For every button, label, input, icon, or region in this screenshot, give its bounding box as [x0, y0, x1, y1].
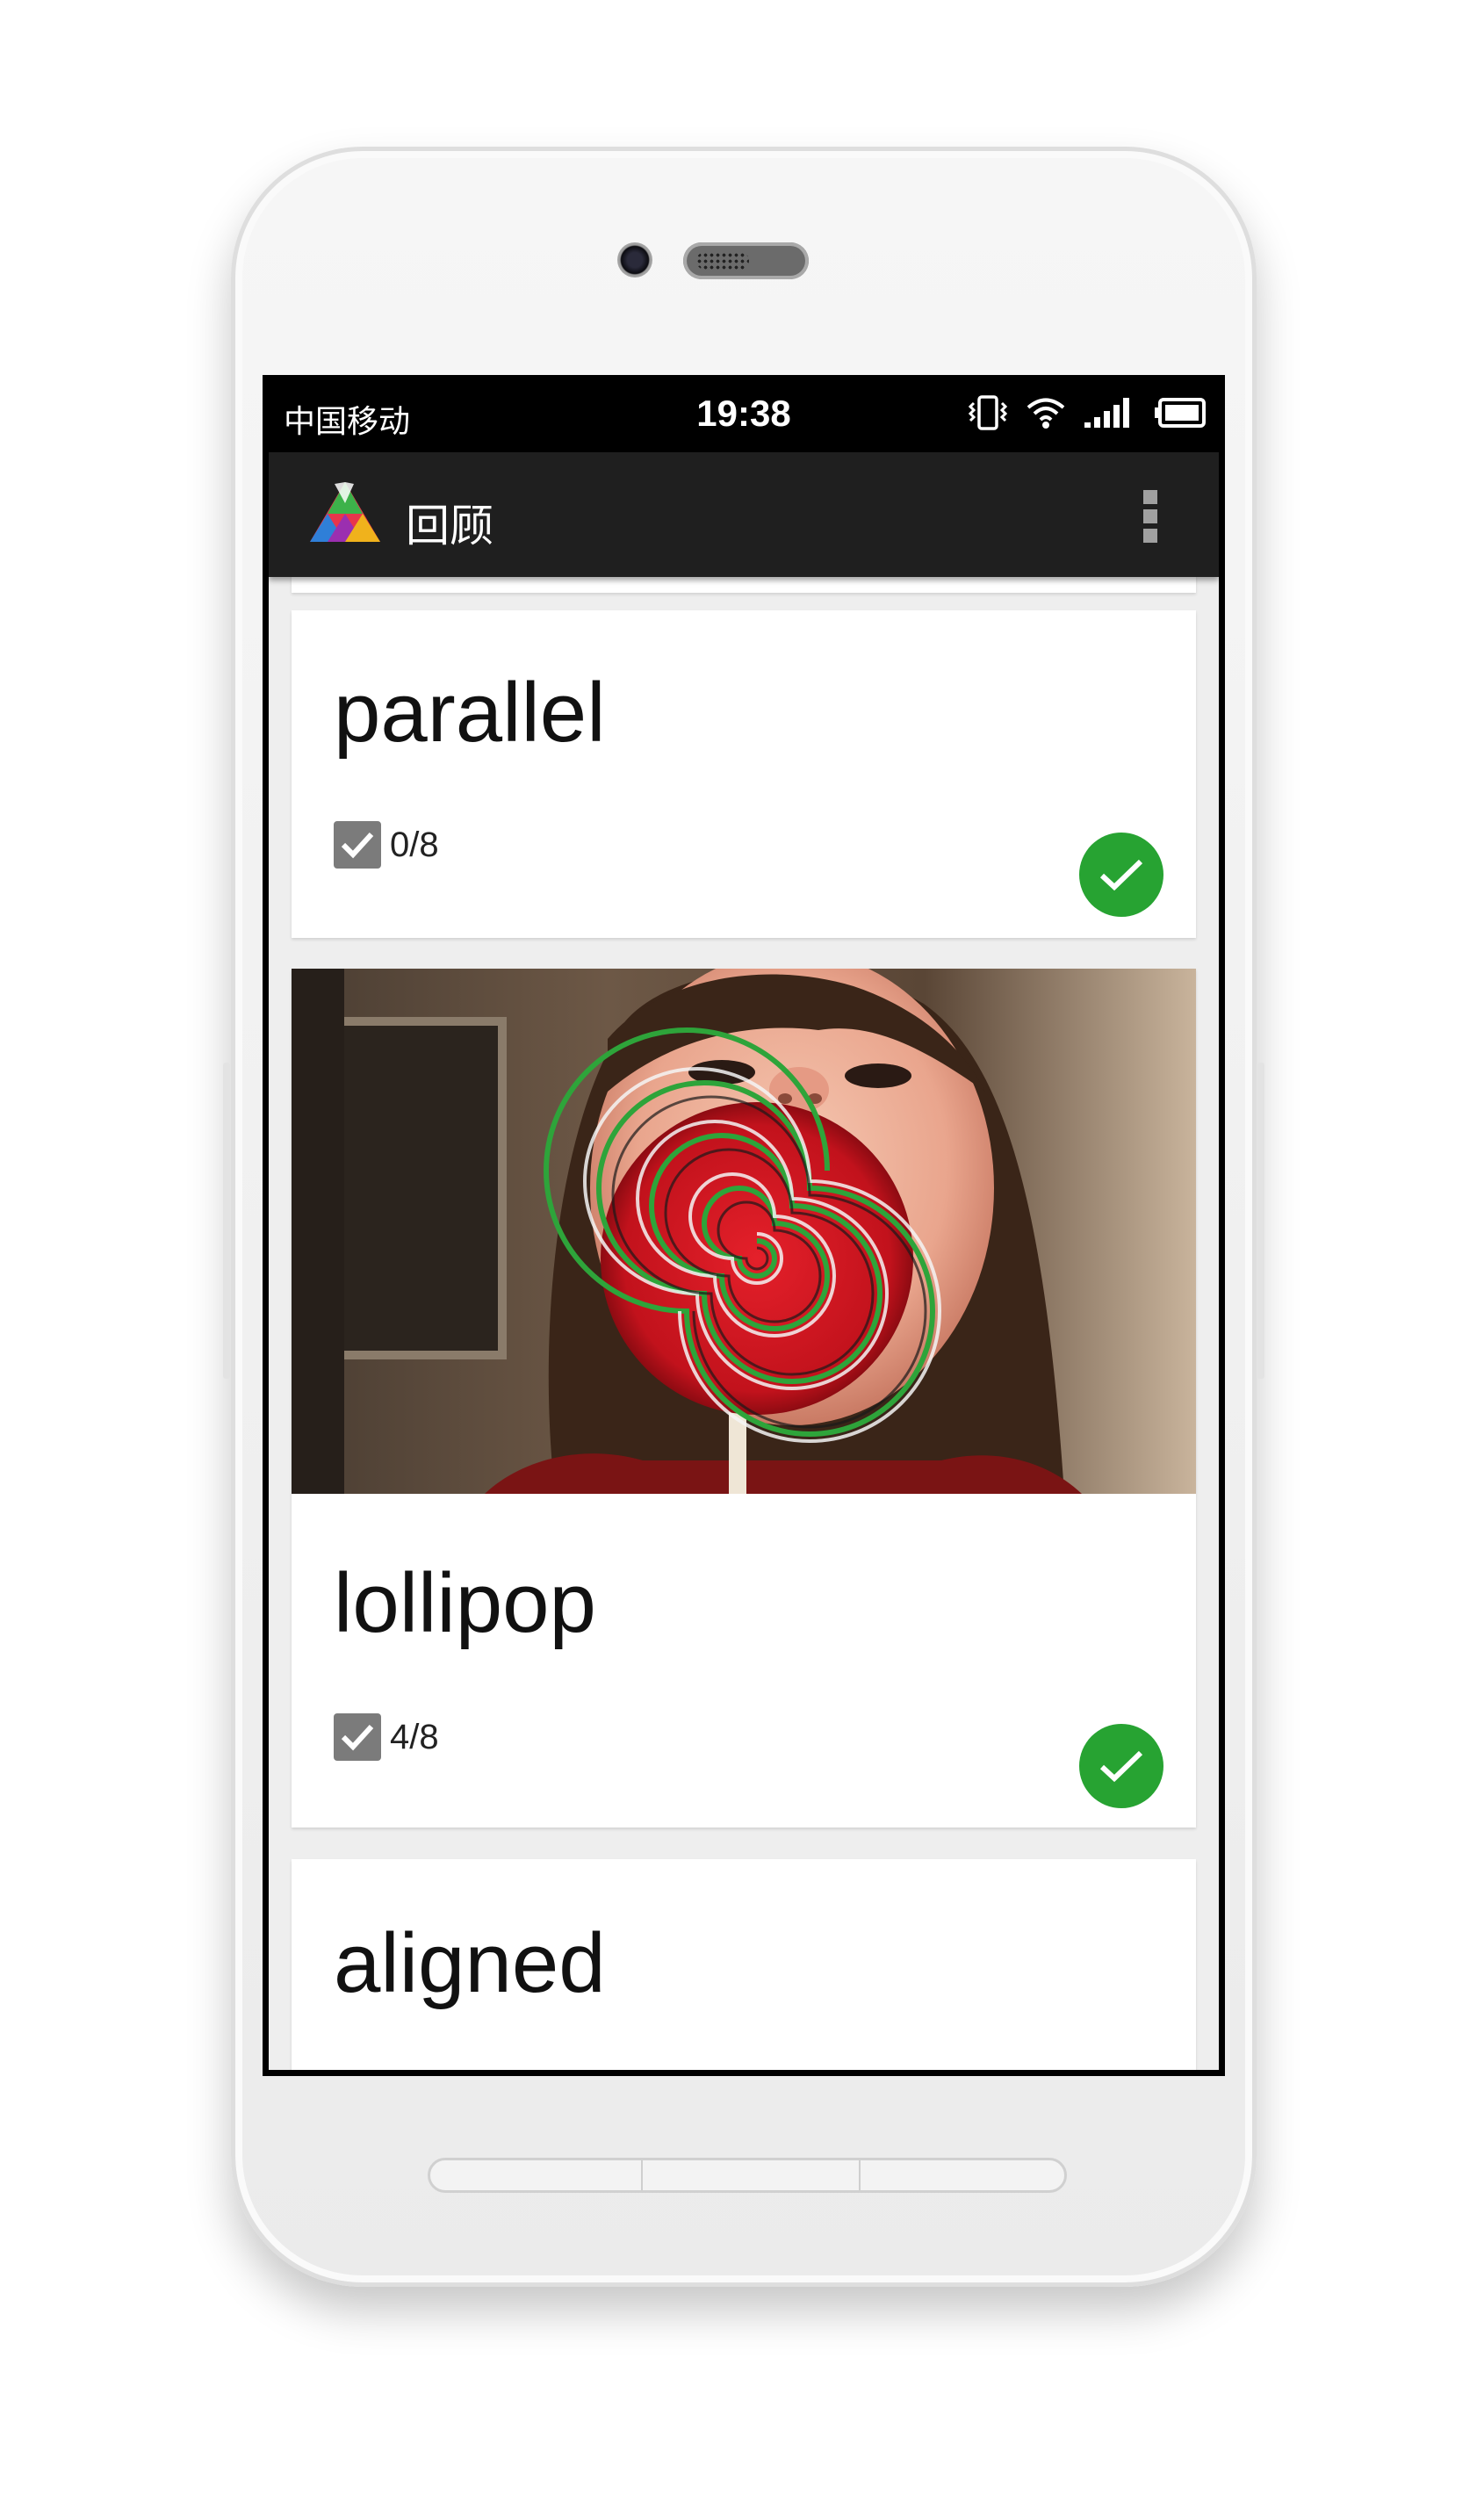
app-logo-icon[interactable]	[308, 479, 382, 550]
progress-count-label: 4/8	[390, 1717, 439, 1756]
word-card[interactable]: aligned	[292, 1859, 1196, 2070]
home-bar-divider	[641, 2160, 643, 2190]
vibrate-icon	[967, 394, 1009, 436]
done-check-icon[interactable]	[1079, 1724, 1163, 1808]
app-bar: 回顾	[269, 452, 1219, 577]
list-item[interactable]	[292, 577, 1196, 593]
progress-count: 4/8	[334, 1713, 439, 1761]
wifi-icon	[1027, 396, 1065, 434]
card-word: aligned	[334, 1916, 606, 2010]
signal-icon	[1083, 396, 1137, 434]
screen: 中国移动 19:38 回顾 parallel 0/8 lollipop 4/8 …	[263, 375, 1225, 2076]
card-word: parallel	[334, 666, 606, 760]
front-camera	[617, 242, 652, 278]
done-check-icon[interactable]	[1079, 833, 1163, 917]
app-title: 回顾	[406, 501, 493, 551]
home-button-bar[interactable]	[428, 2158, 1067, 2193]
speaker-grille	[696, 252, 749, 270]
word-card[interactable]: parallel 0/8	[292, 610, 1196, 938]
word-card[interactable]: lollipop 4/8	[292, 969, 1196, 1828]
home-bar-divider	[859, 2160, 861, 2190]
status-icons	[967, 394, 1207, 436]
side-button-right	[1257, 1063, 1264, 1379]
side-button-left	[223, 1063, 230, 1379]
progress-count-label: 0/8	[390, 825, 439, 864]
review-list[interactable]: parallel 0/8 lollipop 4/8 aligned	[269, 577, 1219, 2070]
battery-icon	[1155, 397, 1207, 433]
card-image	[292, 969, 1196, 1494]
progress-count: 0/8	[334, 821, 439, 869]
card-word: lollipop	[334, 1556, 596, 1650]
checkbox-icon	[334, 1713, 381, 1761]
checkbox-icon	[334, 821, 381, 869]
overflow-menu-icon[interactable]	[1143, 490, 1157, 543]
status-bar: 中国移动 19:38	[263, 375, 1225, 452]
